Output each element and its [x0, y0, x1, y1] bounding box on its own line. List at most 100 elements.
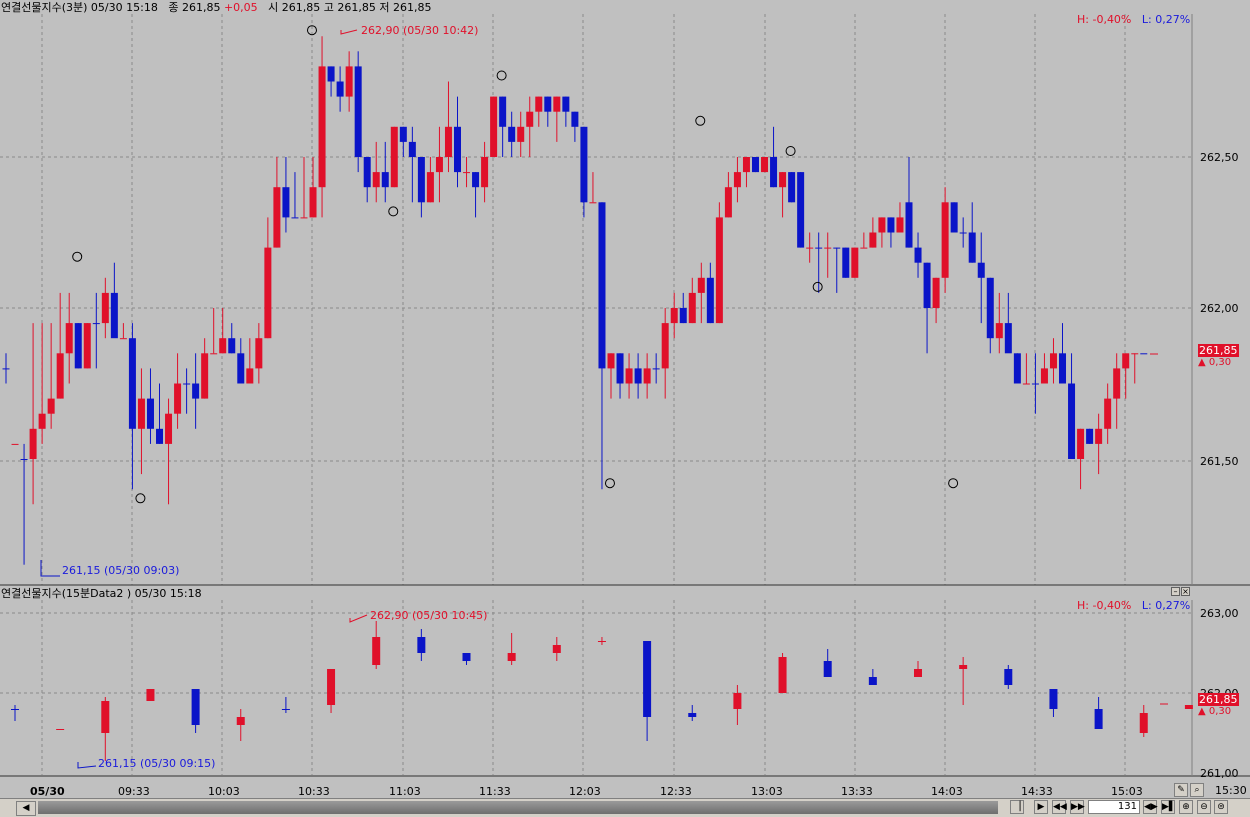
candle-body: [1140, 353, 1148, 355]
candle: [255, 323, 263, 384]
candle: [11, 443, 19, 445]
candle: [508, 111, 516, 157]
time-tick-label: 13:03: [751, 785, 783, 798]
candle-body: [761, 157, 769, 173]
page-back-button[interactable]: ◀◀: [1052, 800, 1067, 814]
candle: [1113, 353, 1121, 429]
signal-circle: [812, 281, 823, 292]
candle-body: [156, 428, 164, 444]
pane2-low-marker-label: 261,15 (05/30 09:15): [98, 757, 216, 770]
pane2-hl-low: L: 0,27%: [1141, 599, 1191, 612]
candle: [327, 66, 335, 97]
candle-body: [363, 157, 371, 188]
pane2-last-change: ▲ 0,30: [1198, 706, 1232, 717]
candle: [634, 353, 642, 399]
candle-body: [779, 172, 787, 188]
zoom-out-icon[interactable]: ⊖: [1197, 800, 1211, 814]
pane2-header: 연결선물지수(15분Data2 ) 05/30 15:18: [1, 587, 202, 600]
candle-body: [481, 157, 489, 188]
candle-body: [174, 383, 182, 414]
candle-body: [995, 323, 1003, 339]
chart-canvas: 262,50262,00261,50263,00262,00261,00 05/…: [0, 14, 1250, 798]
candle: [92, 292, 100, 369]
candle-body: [201, 353, 209, 399]
candle: [74, 323, 82, 369]
candle: [552, 637, 561, 661]
candle: [246, 338, 254, 384]
candle-body: [390, 126, 398, 188]
candle: [282, 157, 290, 233]
candle: [679, 292, 687, 324]
price-tick-label: 262,50: [1200, 151, 1239, 164]
pane2-minimize-button[interactable]: –: [1171, 587, 1180, 596]
zoom-in-icon[interactable]: ⊕: [1179, 800, 1193, 814]
candle: [219, 308, 227, 354]
candle: [597, 637, 606, 645]
candle: [833, 247, 841, 293]
price-tick-label: 261,00: [1200, 767, 1239, 780]
candle: [318, 36, 326, 218]
pane2-hl-high: H: -0,40%: [1077, 599, 1132, 612]
candle-body: [905, 202, 913, 248]
candle: [490, 96, 498, 157]
candle-body: [417, 157, 425, 203]
bar-count-input[interactable]: 131: [1088, 800, 1140, 814]
scroll-start-button[interactable]: ▕: [1010, 800, 1024, 814]
candle: [426, 157, 434, 203]
candle: [38, 323, 46, 444]
candle-body: [381, 172, 389, 188]
candle: [770, 126, 778, 188]
candle-body: [137, 398, 145, 429]
candle-body: [878, 217, 886, 233]
scroll-prev-button[interactable]: ▶: [1034, 800, 1048, 814]
candle-body: [65, 323, 73, 354]
candle-body: [246, 368, 254, 384]
draw-tool-icon[interactable]: ✎: [1174, 783, 1188, 797]
candle-body: [986, 277, 994, 339]
time-tick-label: 09:33: [118, 785, 150, 798]
jump-end-button[interactable]: ▶▌: [1161, 800, 1176, 814]
pane2-close-button[interactable]: ×: [1181, 587, 1190, 596]
expand-arrows-button[interactable]: ◀▶: [1143, 800, 1158, 814]
time-tick-label: 15:03: [1111, 785, 1143, 798]
candle-body: [923, 262, 931, 308]
time-axis-labels: 05/30 09:33 10:03 10:33 11:03 11:33 12:03 12:33…: [30, 785, 1143, 798]
page-forward-button[interactable]: ▶▶: [1070, 800, 1085, 814]
candle: [598, 202, 606, 490]
candle: [507, 633, 516, 665]
candle-body: [589, 202, 597, 204]
candle: [174, 353, 182, 429]
candle: [724, 172, 732, 218]
search-icon[interactable]: ⌕: [1190, 783, 1204, 797]
candle-body: [417, 637, 426, 653]
scroll-track-thumbnail[interactable]: [38, 801, 998, 814]
change-value: +0,05: [223, 1, 258, 14]
candle: [372, 621, 381, 669]
candle: [959, 217, 967, 248]
candle: [932, 277, 940, 324]
candle-body: [625, 368, 633, 384]
candle: [1022, 353, 1030, 385]
candle-body: [219, 338, 227, 354]
candle-body: [616, 353, 624, 384]
candle-body: [733, 693, 742, 709]
candle-body: [300, 217, 308, 219]
candle: [1031, 353, 1039, 414]
candle-body: [932, 277, 940, 308]
candle-body: [535, 96, 543, 112]
candle: [309, 157, 317, 218]
settings-icon[interactable]: ⊜: [1214, 800, 1228, 814]
candle: [372, 141, 380, 203]
scroll-left-button[interactable]: ◀: [16, 801, 36, 816]
candle: [1004, 665, 1013, 689]
candle-body: [327, 669, 336, 705]
candle-body: [914, 247, 922, 263]
candle-body: [607, 353, 615, 369]
candle-body: [146, 689, 155, 701]
candle: [977, 232, 985, 324]
candle: [381, 141, 389, 203]
candle: [1184, 705, 1193, 709]
candle-body: [797, 172, 805, 248]
candle: [968, 202, 976, 263]
candle: [1104, 383, 1112, 444]
